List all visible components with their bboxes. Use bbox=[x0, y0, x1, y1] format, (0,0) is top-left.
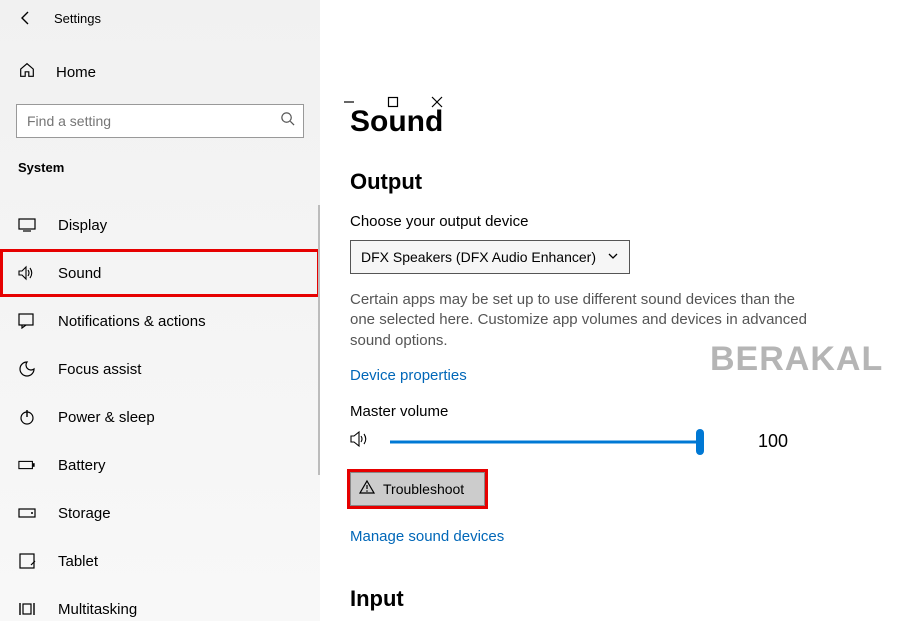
search-icon bbox=[280, 111, 295, 131]
sidebar-item-notifications[interactable]: Notifications & actions bbox=[0, 297, 320, 345]
device-properties-link[interactable]: Device properties bbox=[350, 367, 467, 384]
sidebar-item-label: Battery bbox=[58, 457, 106, 474]
storage-icon bbox=[18, 507, 36, 519]
sidebar-item-label: Notifications & actions bbox=[58, 313, 206, 330]
window-title: Settings bbox=[54, 11, 101, 26]
output-device-value: DFX Speakers (DFX Audio Enhancer) bbox=[361, 249, 596, 265]
manage-sound-devices-link[interactable]: Manage sound devices bbox=[350, 528, 504, 545]
sidebar-item-label: Display bbox=[58, 217, 107, 234]
sidebar-item-label: Sound bbox=[58, 265, 101, 282]
output-device-select[interactable]: DFX Speakers (DFX Audio Enhancer) bbox=[350, 240, 630, 274]
power-icon bbox=[18, 408, 36, 426]
input-heading: Input bbox=[350, 586, 881, 612]
sidebar-home[interactable]: Home bbox=[0, 50, 320, 94]
sidebar-item-storage[interactable]: Storage bbox=[0, 489, 320, 537]
master-volume-slider[interactable] bbox=[390, 430, 700, 454]
sidebar-item-label: Focus assist bbox=[58, 361, 141, 378]
titlebar: Settings bbox=[0, 0, 320, 36]
notifications-icon bbox=[18, 313, 36, 329]
search-input[interactable] bbox=[17, 105, 269, 137]
sidebar-item-label: Storage bbox=[58, 505, 111, 522]
main-panel: BERAKAL Sound Output Choose your output … bbox=[320, 0, 921, 621]
sidebar-nav: Display Sound Notifications & actions Fo… bbox=[0, 201, 320, 633]
sound-icon bbox=[18, 265, 36, 281]
sidebar-item-sound[interactable]: Sound bbox=[0, 249, 320, 297]
back-button[interactable] bbox=[18, 10, 34, 26]
master-volume-label: Master volume bbox=[350, 403, 881, 420]
speaker-icon[interactable] bbox=[350, 430, 372, 453]
sidebar-item-label: Power & sleep bbox=[58, 409, 155, 426]
focus-icon bbox=[18, 360, 36, 378]
output-device-label: Choose your output device bbox=[350, 213, 881, 230]
tablet-icon bbox=[18, 553, 36, 569]
sidebar-section-label: System bbox=[0, 160, 320, 175]
sidebar-item-power[interactable]: Power & sleep bbox=[0, 393, 320, 441]
settings-window: Settings Home System Display bbox=[0, 0, 921, 621]
sidebar-item-label: Tablet bbox=[58, 553, 98, 570]
home-icon bbox=[18, 61, 36, 83]
troubleshoot-button[interactable]: Troubleshoot bbox=[350, 472, 485, 506]
search-box[interactable] bbox=[16, 104, 304, 138]
output-heading: Output bbox=[350, 169, 881, 195]
troubleshoot-label: Troubleshoot bbox=[383, 481, 464, 497]
master-volume-value: 100 bbox=[758, 431, 788, 452]
sidebar-item-multitasking[interactable]: Multitasking bbox=[0, 585, 320, 633]
warning-icon bbox=[359, 479, 375, 498]
sidebar: Settings Home System Display bbox=[0, 0, 320, 621]
battery-icon bbox=[18, 459, 36, 471]
page-title: Sound bbox=[350, 105, 881, 139]
multitasking-icon bbox=[18, 601, 36, 617]
display-icon bbox=[18, 218, 36, 232]
chevron-down-icon bbox=[607, 249, 619, 265]
sidebar-item-label: Multitasking bbox=[58, 601, 137, 618]
sidebar-item-focus[interactable]: Focus assist bbox=[0, 345, 320, 393]
home-label: Home bbox=[56, 64, 96, 81]
sidebar-item-tablet[interactable]: Tablet bbox=[0, 537, 320, 585]
output-help-text: Certain apps may be set up to use differ… bbox=[350, 290, 820, 351]
sidebar-item-display[interactable]: Display bbox=[0, 201, 320, 249]
sidebar-item-battery[interactable]: Battery bbox=[0, 441, 320, 489]
